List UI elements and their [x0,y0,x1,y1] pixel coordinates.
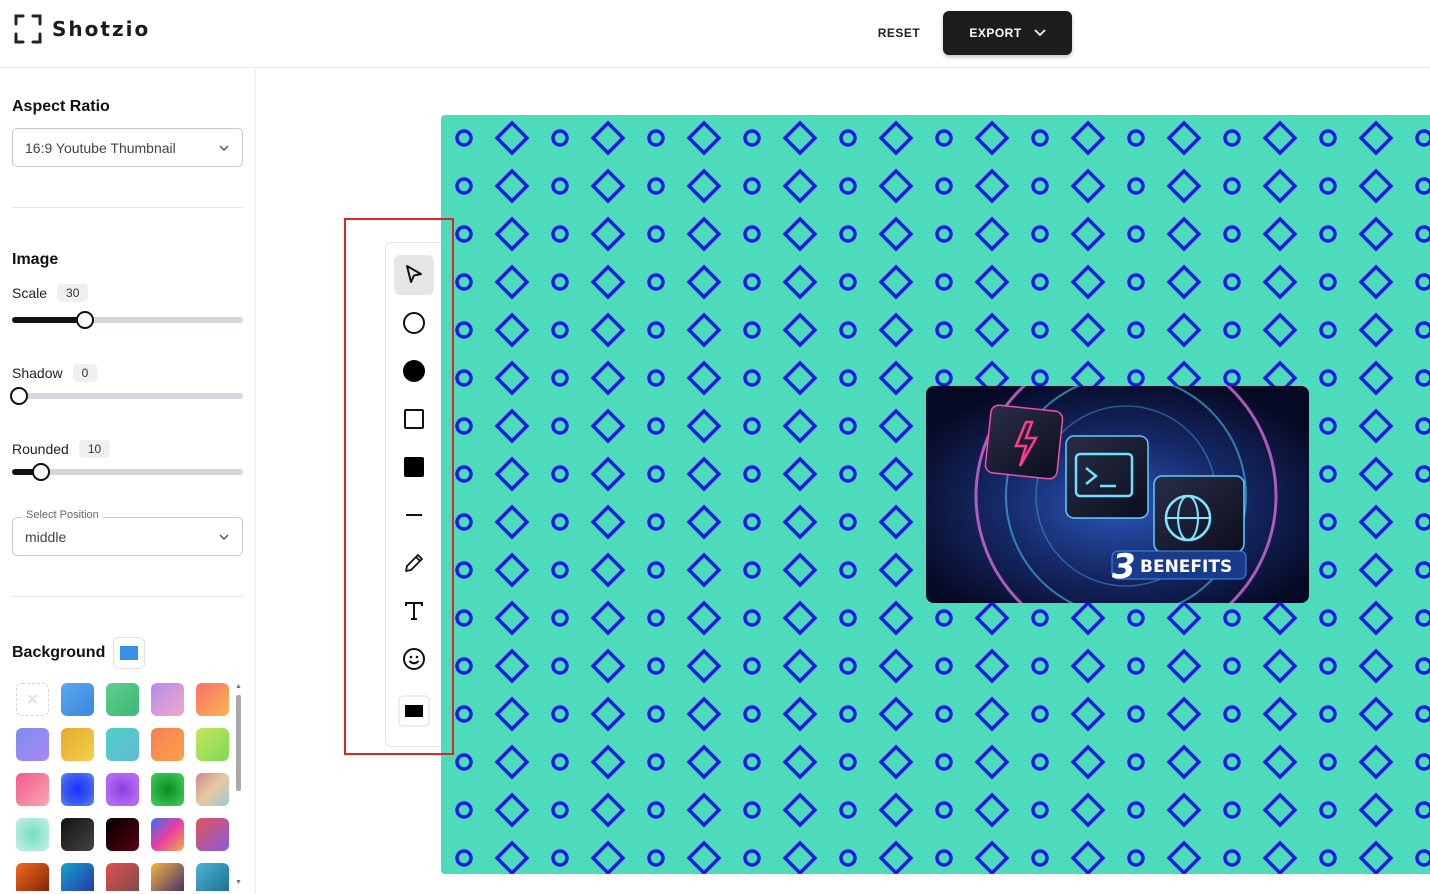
line-icon [406,514,422,516]
export-button[interactable]: EXPORT [943,11,1072,55]
scroll-up-icon[interactable]: ▲ [235,683,242,690]
thumbnail-artwork: 3 BENEFITS [926,386,1309,603]
shadow-slider-thumb[interactable] [10,387,28,405]
background-swatch[interactable] [61,863,94,891]
rounded-label: Rounded 10 [12,440,111,458]
rounded-slider-thumb[interactable] [31,463,50,481]
background-swatch[interactable] [151,863,184,891]
shadow-value-badge: 0 [72,364,98,382]
circle-filled-icon [403,360,425,382]
divider [12,596,243,597]
scale-slider-thumb[interactable] [75,311,94,329]
background-swatch[interactable] [16,818,49,851]
background-swatch[interactable] [61,773,94,806]
app-logo[interactable]: Shotzio [14,14,150,44]
shadow-text: Shadow [12,365,63,381]
scroll-down-icon[interactable]: ▼ [235,879,242,886]
rounded-text: Rounded [12,441,69,457]
background-swatch[interactable] [16,773,49,806]
background-swatch-grid: ✕ [12,681,234,891]
square-outline-icon [404,409,424,429]
background-color-button[interactable] [113,637,145,669]
square-filled-tool[interactable] [394,447,434,487]
scale-text: Scale [12,285,48,301]
line-tool[interactable] [394,495,434,535]
pencil-icon [405,554,423,572]
background-swatch[interactable] [196,773,229,806]
circle-outline-tool[interactable] [394,303,434,343]
aspect-ratio-title: Aspect Ratio [12,98,110,115]
circle-outline-icon [403,312,425,334]
background-swatch[interactable] [16,728,49,761]
thumbnail-label: BENEFITS [1140,557,1232,577]
frame-corners-icon [14,14,42,44]
background-swatch[interactable] [106,773,139,806]
position-field-label: Select Position [22,509,103,521]
uploaded-image[interactable]: 3 BENEFITS [926,386,1309,603]
background-swatch[interactable] [61,683,94,716]
divider [12,207,243,208]
background-swatch[interactable] [106,863,139,891]
position-select[interactable]: middle [12,517,243,556]
image-section-title: Image [12,251,59,268]
color-swatch-icon [398,695,430,727]
background-swatch[interactable] [61,818,94,851]
current-color-swatch [120,646,138,660]
background-swatch[interactable] [151,773,184,806]
background-swatch[interactable] [196,728,229,761]
chevron-down-icon [1034,29,1046,37]
text-tool[interactable] [394,591,434,631]
aspect-ratio-select[interactable]: 16:9 Youtube Thumbnail [12,128,243,167]
background-swatch[interactable] [151,728,184,761]
no-background-swatch[interactable]: ✕ [16,683,49,716]
scale-slider-fill [12,317,85,323]
text-icon [405,602,423,620]
export-label: EXPORT [969,26,1022,40]
scale-value-badge: 30 [57,284,89,302]
select-tool[interactable] [394,255,434,295]
reset-button[interactable]: RESET [866,18,932,48]
background-swatch[interactable] [196,683,229,716]
chevron-down-icon [219,145,229,152]
emoji-tool[interactable] [394,639,434,679]
background-swatch[interactable] [151,818,184,851]
shadow-label: Shadow 0 [12,364,98,382]
background-swatch[interactable] [16,863,49,891]
color-picker-tool[interactable] [394,691,434,731]
square-outline-tool[interactable] [394,399,434,439]
position-value: middle [25,528,67,545]
background-swatch[interactable] [106,818,139,851]
scale-label: Scale 30 [12,284,89,302]
background-swatch[interactable] [196,863,229,891]
drawing-toolbar [385,242,441,747]
circle-filled-tool[interactable] [394,351,434,391]
chevron-down-icon [219,534,229,541]
rounded-value-badge: 10 [78,440,111,458]
top-header: Shotzio RESET EXPORT [0,0,1430,68]
pencil-tool[interactable] [394,543,434,583]
square-filled-icon [404,457,424,477]
thumbnail-number: 3 [1112,547,1136,587]
swatch-scrollbar[interactable]: ▲ ▼ [235,683,242,888]
cursor-arrow-icon [406,265,422,283]
settings-sidebar: Aspect Ratio 16:9 Youtube Thumbnail Imag… [0,69,256,894]
app-name: Shotzio [52,17,151,41]
scrollbar-thumb[interactable] [236,695,241,791]
background-swatch[interactable] [106,728,139,761]
background-swatch[interactable] [106,683,139,716]
shadow-slider[interactable] [10,387,243,405]
rounded-slider[interactable] [12,463,243,481]
background-swatch[interactable] [196,818,229,851]
smiley-icon [403,648,425,670]
aspect-ratio-value: 16:9 Youtube Thumbnail [25,139,176,156]
background-swatch[interactable] [61,728,94,761]
scale-slider[interactable] [12,311,243,329]
background-section-title: Background [12,644,106,661]
background-swatch[interactable] [151,683,184,716]
